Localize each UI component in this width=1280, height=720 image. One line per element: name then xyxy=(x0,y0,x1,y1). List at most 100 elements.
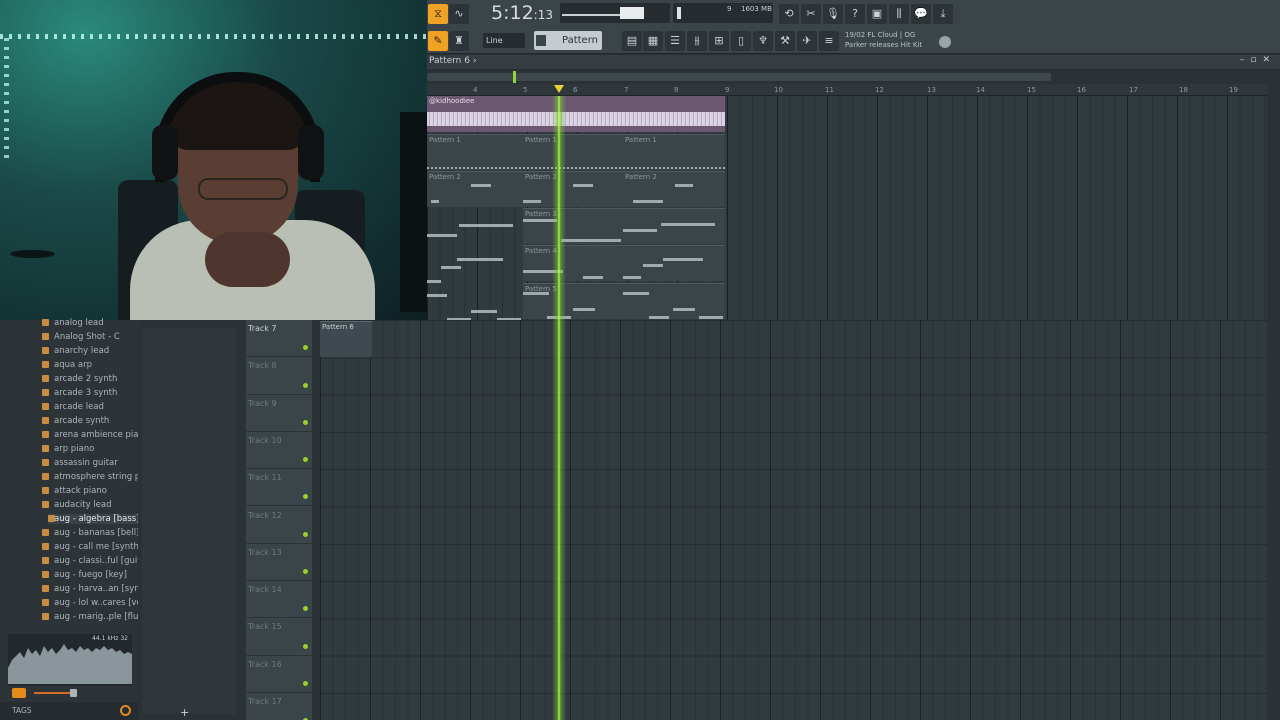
metronome-icon[interactable]: ♜ xyxy=(449,31,469,51)
track-header[interactable]: Track 13 xyxy=(246,544,312,582)
pattern-clip-row-1[interactable]: Pattern 1 Pattern 1 Pattern 1 xyxy=(427,134,725,170)
track-mute-led[interactable] xyxy=(303,457,308,463)
file-icon[interactable]: ▯ xyxy=(731,31,751,51)
browser-item[interactable]: aug - bananas [bell] xyxy=(42,526,139,540)
pattern-clip-row-2[interactable]: Pattern 2 Pattern 2 Pattern 2 xyxy=(427,171,725,207)
song-position-clock[interactable]: 5:12:13 xyxy=(491,2,553,24)
audio-clip-label: @kidhoodiee xyxy=(429,97,475,105)
chat-icon[interactable]: 💬 xyxy=(911,4,931,24)
browser-item[interactable]: arena ambience piano xyxy=(42,428,149,442)
browser-item[interactable]: arcade 2 synth xyxy=(42,372,117,386)
news-date: 19/02 xyxy=(845,31,866,39)
track-mute-led[interactable] xyxy=(303,569,308,575)
browser-item[interactable]: arcade synth xyxy=(42,414,109,428)
track-header[interactable]: Track 10 xyxy=(246,432,312,470)
help-icon[interactable]: ? xyxy=(845,4,865,24)
oscilloscope-meter[interactable] xyxy=(560,3,670,23)
browser-item-selected[interactable]: aug - algebra [bass] xyxy=(48,512,140,526)
track-mute-led[interactable] xyxy=(303,606,308,612)
browser-icon[interactable]: ⊞ xyxy=(709,31,729,51)
browser-item[interactable]: aug - call me [synth] xyxy=(42,540,142,554)
track-header[interactable]: Track 16 xyxy=(246,656,312,693)
browser-item[interactable]: anarchy lead xyxy=(42,344,109,358)
track-mute-led[interactable] xyxy=(303,643,308,649)
track-header[interactable]: Track 14 xyxy=(246,581,312,619)
pattern-selector[interactable]: Pattern 6 xyxy=(534,31,602,65)
track-mute-led[interactable] xyxy=(303,382,308,388)
browser-item-label: arcade synth xyxy=(54,416,110,426)
preview-volume-knob[interactable] xyxy=(70,689,77,697)
piano-roll-icon[interactable]: ▦ xyxy=(643,31,663,51)
save-icon[interactable]: ▣ xyxy=(867,4,887,24)
cpu-memory-meter[interactable]: 9 1603 MB xyxy=(673,3,773,23)
track-mute-led[interactable] xyxy=(303,494,308,500)
window-controls[interactable]: –▫✕ xyxy=(1240,55,1276,65)
browser-item[interactable]: Analog Shot - C xyxy=(42,330,120,344)
ruler-tick: 5 xyxy=(523,86,528,94)
tags-label[interactable]: TAGS xyxy=(12,706,32,715)
news-icon[interactable]: ≡ xyxy=(819,31,839,51)
search-icon[interactable] xyxy=(120,705,131,716)
pattern-notes xyxy=(523,200,541,203)
browser-item[interactable]: aug - marig..ple [flute] xyxy=(42,610,150,624)
track-mute-led[interactable] xyxy=(303,680,308,686)
snap-selector[interactable]: Line xyxy=(483,33,525,48)
track-header[interactable]: Track 8 xyxy=(246,357,312,395)
browser-item[interactable]: aug - lol w..cares [vox] xyxy=(42,596,150,610)
globe-icon[interactable] xyxy=(939,36,951,48)
cut-icon[interactable]: ✂ xyxy=(801,4,821,24)
clip-label: Pattern 2 xyxy=(625,173,657,181)
audio-clip[interactable]: @kidhoodiee xyxy=(427,96,725,132)
track-header[interactable]: Track 15 xyxy=(246,618,312,656)
browser-item[interactable]: audacity lead xyxy=(42,498,112,512)
browser-item[interactable]: arcade lead xyxy=(42,400,104,414)
track-header[interactable]: Track 12 xyxy=(246,507,312,544)
mixer-icon[interactable]: ⫼ xyxy=(889,4,909,24)
track-separator[interactable] xyxy=(312,320,320,720)
pencil-icon[interactable]: ✎ xyxy=(428,31,448,51)
fl-logo-menu-button[interactable]: ⧖ xyxy=(428,4,448,24)
wrench-icon[interactable]: ⚒ xyxy=(775,31,795,51)
picker-list[interactable] xyxy=(142,328,236,714)
track-header[interactable]: Track 7 xyxy=(246,320,312,358)
mixer-view-icon[interactable]: ⫵ xyxy=(687,31,707,51)
channel-rack-icon[interactable]: ☰ xyxy=(665,31,685,51)
microphone-icon[interactable]: 🎙 xyxy=(823,4,843,24)
plugin-icon[interactable]: ♆ xyxy=(753,31,773,51)
track-mute-led[interactable] xyxy=(303,531,308,537)
preview-volume-slider[interactable] xyxy=(34,692,72,694)
browser-item[interactable]: assassin guitar xyxy=(42,456,118,470)
undo-icon[interactable]: ⟲ xyxy=(779,4,799,24)
track-header[interactable]: Track 9 xyxy=(246,395,312,432)
browser-item[interactable]: analog lead xyxy=(42,316,104,330)
track-header[interactable]: Track 17 xyxy=(246,693,312,720)
add-button[interactable]: + xyxy=(180,706,189,719)
sample-preview[interactable]: 44.1 kHz 32 xyxy=(8,634,132,686)
download-icon[interactable]: ⤓ xyxy=(933,4,953,24)
playlist-title[interactable]: Pattern 6 › xyxy=(429,56,476,66)
timeline-ruler[interactable]: 4 5 6 7 8 9 10 11 12 13 14 15 16 17 18 1… xyxy=(427,84,1267,96)
browser-item[interactable]: aug - classi..ful [guitar] xyxy=(42,554,153,568)
track-mute-led[interactable] xyxy=(303,345,308,351)
browser-item[interactable]: aug - harva..an [synth] xyxy=(42,582,152,596)
track-mute-led[interactable] xyxy=(303,419,308,425)
browser-item[interactable]: atmosphere string pad xyxy=(42,470,151,484)
marketplace-icon[interactable]: ✈ xyxy=(797,31,817,51)
play-icon[interactable] xyxy=(12,688,26,698)
scrollbar-thumb[interactable] xyxy=(427,73,1051,81)
browser-item[interactable]: aug - fuego [key] xyxy=(42,568,127,582)
wait-record-button[interactable]: ∿ xyxy=(449,4,469,24)
pattern-6-clip[interactable]: Pattern 6 xyxy=(320,321,372,357)
playlist-grid[interactable] xyxy=(320,320,1267,720)
playlist-icon[interactable]: ▤ xyxy=(622,31,642,51)
track-header[interactable]: Track 11 xyxy=(246,469,312,507)
vertical-scrollbar[interactable] xyxy=(1267,84,1280,720)
loop-start-marker[interactable] xyxy=(513,71,516,83)
horizontal-scrollbar[interactable] xyxy=(427,70,1280,84)
browser-item[interactable]: arcade 3 synth xyxy=(42,386,117,400)
playhead-marker[interactable] xyxy=(554,85,564,93)
browser-item[interactable]: attack piano xyxy=(42,484,107,498)
pattern-notes xyxy=(623,229,657,232)
browser-item[interactable]: aqua arp xyxy=(42,358,92,372)
browser-item[interactable]: arp piano xyxy=(42,442,94,456)
